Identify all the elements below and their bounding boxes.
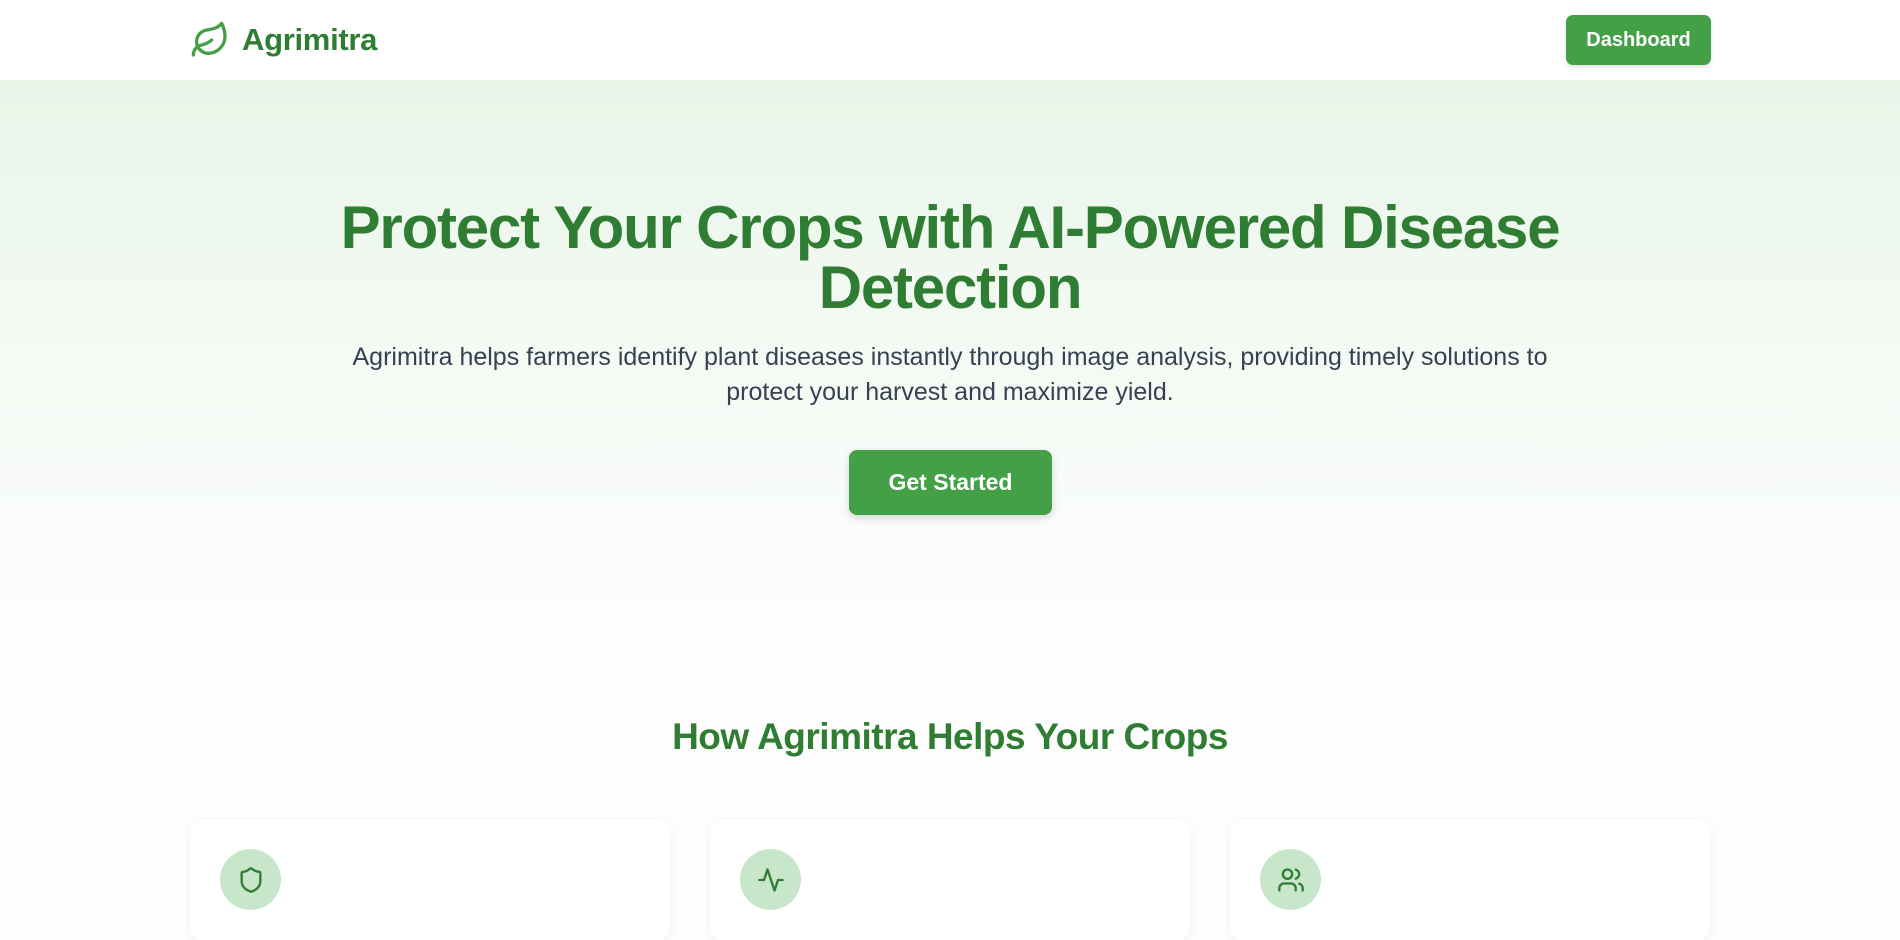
feature-card [710,820,1190,940]
features-section-title: How Agrimitra Helps Your Crops [672,716,1228,757]
top-navbar: Agrimitra Dashboard [0,0,1900,80]
hero-subtitle: Agrimitra helps farmers identify plant d… [352,343,1548,406]
hero-section: Protect Your Crops with AI-Powered Disea… [0,80,1900,640]
brand-name: Agrimitra [242,22,378,57]
feature-card [1230,820,1710,940]
hero-title: Protect Your Crops with AI-Powered Disea… [340,194,1561,321]
feature-icon-badge [220,849,281,910]
shield-icon [240,866,261,893]
feature-icon-badge [1260,849,1321,910]
activity-icon [757,867,784,892]
get-started-button[interactable]: Get Started [849,450,1052,515]
users-icon [1277,867,1304,892]
brand-logo-link[interactable]: Agrimitra [190,18,377,62]
feature-icon-badge [740,849,801,910]
dashboard-button[interactable]: Dashboard [1566,15,1711,65]
leaf-icon [191,21,227,57]
feature-card [190,820,670,940]
